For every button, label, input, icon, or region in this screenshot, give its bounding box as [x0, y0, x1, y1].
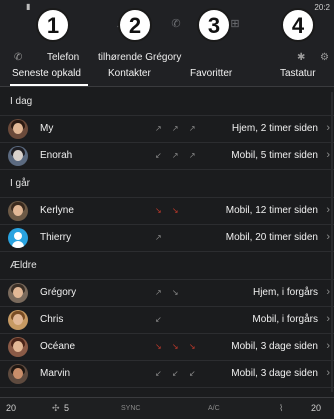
phone-icon: ✆ [14, 52, 23, 63]
tab-recent-calls[interactable]: Seneste opkald [12, 68, 81, 79]
chevron-right-icon: › [326, 122, 330, 134]
contact-name: Enorah [40, 150, 73, 161]
call-row-gregory[interactable]: Grégory ↗ ↘ Hjem, i forgårs › [0, 279, 334, 307]
tab-keypad[interactable]: Tastatur [280, 68, 316, 79]
chevron-right-icon: › [326, 313, 330, 325]
call-row-chris[interactable]: Chris ↙ Mobil, i forgårs › [0, 307, 334, 334]
call-row-thierry[interactable]: Thierry ↗ Mobil, 20 timer siden › [0, 225, 334, 252]
clock: 20:2 [314, 3, 330, 12]
section-older: Ældre [10, 260, 37, 271]
tab-contacts[interactable]: Kontakter [108, 68, 151, 79]
section-today: I dag [10, 96, 33, 107]
chevron-right-icon: › [326, 340, 330, 352]
contact-name: My [40, 123, 54, 134]
call-row-kerlyne[interactable]: Kerlyne ↘ ↘ Mobil, 12 timer siden › [0, 197, 334, 225]
tab-favorites[interactable]: Favoritter [190, 68, 232, 79]
avatar [8, 119, 28, 139]
avatar-placeholder-icon [8, 228, 28, 248]
fan-speed[interactable]: 5 [64, 403, 69, 413]
avatar [8, 337, 28, 357]
contact-name: Océane [40, 341, 76, 352]
call-row-enorah[interactable]: Enorah ↙ ↗ ↗ Mobil, 5 timer siden › [0, 143, 334, 170]
call-detail: Mobil, 3 dage siden [231, 341, 318, 352]
signal-icon: ▮ [26, 2, 31, 11]
call-row-marvin[interactable]: Marvin ↙ ↙ ↙ Mobil, 3 dage siden › [0, 361, 334, 388]
callout-3: 3 [197, 8, 231, 42]
avatar [8, 310, 28, 330]
avatar [8, 364, 28, 384]
phone-app-icon[interactable]: ✆ [170, 18, 182, 30]
recent-calls-list: I dag My ↗ ↗ ↗ Hjem, 2 timer siden › Eno… [0, 88, 334, 388]
chevron-right-icon: › [326, 286, 330, 298]
climate-bar: 20 ✣ 5 SYNC A/C ⌇ 20 [0, 397, 334, 419]
callout-1: 1 [36, 8, 70, 42]
call-direction-icons: ↙ [155, 315, 166, 324]
call-detail: Mobil, 20 timer siden [225, 232, 318, 243]
avatar [8, 201, 28, 221]
temperature-right[interactable]: 20 [311, 403, 321, 413]
call-row-oceane[interactable]: Océane ↘ ↘ ↘ Mobil, 3 dage siden › [0, 334, 334, 361]
call-detail: Mobil, i forgårs [252, 314, 318, 325]
bluetooth-icon[interactable]: ✱ [297, 52, 305, 63]
call-row-my[interactable]: My ↗ ↗ ↗ Hjem, 2 timer siden › [0, 115, 334, 143]
call-detail: Mobil, 3 dage siden [231, 368, 318, 379]
temperature-left[interactable]: 20 [6, 403, 16, 413]
seat-heat-icon[interactable]: ⌇ [279, 403, 283, 414]
avatar [8, 146, 28, 166]
settings-gear-icon[interactable]: ⚙ [320, 52, 329, 63]
callout-2: 2 [118, 8, 152, 42]
callout-4: 4 [281, 8, 315, 42]
call-direction-icons: ↙ ↙ ↙ [155, 369, 200, 378]
call-direction-icons: ↗ [155, 233, 166, 242]
tab-strip: ✆ Telefon Seneste opkald tilhørende Grég… [0, 44, 334, 87]
avatar [8, 283, 28, 303]
call-detail: Mobil, 12 timer siden [225, 205, 318, 216]
missed-call-icons: ↘ ↘ [155, 206, 183, 215]
contact-name: Thierry [40, 232, 72, 243]
missed-call-icons: ↘ ↘ ↘ [155, 342, 200, 351]
ac-button[interactable]: A/C [208, 405, 220, 412]
call-detail: Mobil, 5 timer siden [231, 150, 318, 161]
call-direction-icons: ↙ ↗ ↗ [155, 151, 200, 160]
list-scrollbar[interactable] [331, 92, 333, 392]
chevron-right-icon: › [326, 367, 330, 379]
contact-name: Kerlyne [40, 205, 74, 216]
contact-name: Grégory [40, 287, 77, 298]
contact-name: Marvin [40, 368, 71, 379]
chevron-right-icon: › [326, 231, 330, 243]
section-yesterday: I går [10, 178, 31, 189]
call-direction-icons: ↗ ↘ [155, 288, 183, 297]
active-tab-indicator [10, 84, 88, 86]
call-detail: Hjem, 2 timer siden [231, 123, 318, 134]
tab-contacts-caption: tilhørende Grégory [98, 52, 182, 63]
fan-icon: ✣ [52, 403, 60, 413]
contact-name: Chris [40, 314, 64, 325]
tab-phone-caption: Telefon [47, 52, 80, 63]
chevron-right-icon: › [326, 204, 330, 216]
call-direction-icons: ↗ ↗ ↗ [155, 124, 200, 133]
chevron-right-icon: › [326, 149, 330, 161]
phone-app-screen: ▮ ♫ ✆ ⊞ 20:2 ✆ Telefon Seneste opkald ti… [0, 0, 334, 419]
sync-button[interactable]: SYNC [121, 405, 140, 412]
call-detail: Hjem, i forgårs [252, 287, 318, 298]
